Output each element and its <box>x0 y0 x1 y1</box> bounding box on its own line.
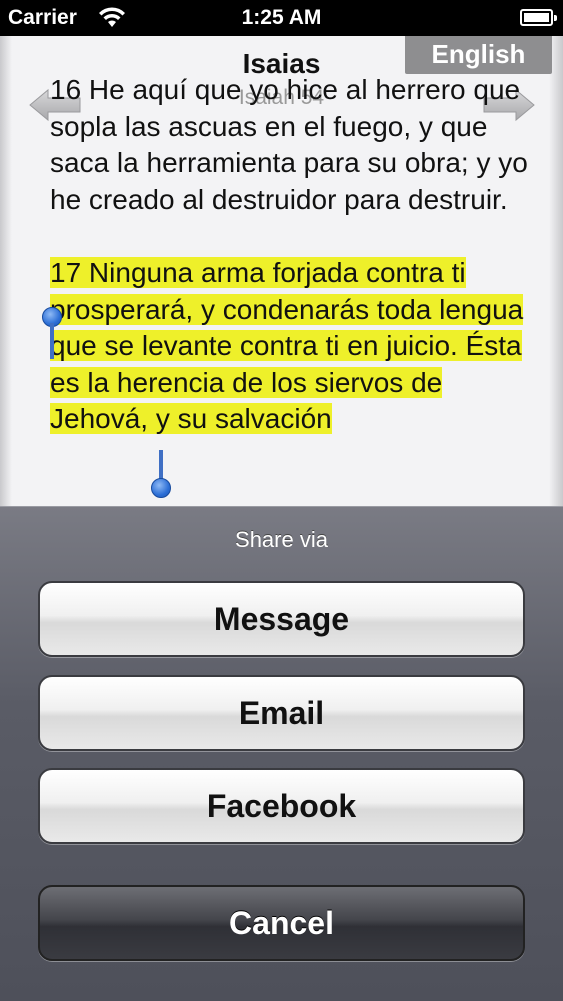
share-sheet-title: Share via <box>235 527 328 552</box>
selection-end-handle[interactable] <box>151 478 171 498</box>
cancel-button[interactable]: Cancel <box>38 885 525 961</box>
selected-text[interactable]: 17 Ninguna arma forjada contra ti prospe… <box>50 257 524 434</box>
verse-17-selected[interactable]: 17 Ninguna arma forjada contra ti prospe… <box>50 255 536 438</box>
share-email-button[interactable]: Email <box>38 675 525 751</box>
verse-16[interactable]: 16 He aquí que yo hice al herrero que so… <box>50 72 536 218</box>
share-facebook-button[interactable]: Facebook <box>38 768 525 844</box>
share-message-button[interactable]: Message <box>38 581 525 657</box>
battery-icon <box>520 9 557 26</box>
share-action-sheet: Share via Message Email Facebook Cancel <box>0 506 563 1001</box>
selection-start-caret <box>50 323 54 359</box>
verse-text-area[interactable]: 16 He aquí que yo hice al herrero que so… <box>50 74 536 438</box>
reader-page: English Isaias Isaiah 54 16 He aquí que … <box>0 36 563 506</box>
status-bar: Carrier 1:25 AM <box>0 0 563 36</box>
clock: 1:25 AM <box>241 6 322 29</box>
